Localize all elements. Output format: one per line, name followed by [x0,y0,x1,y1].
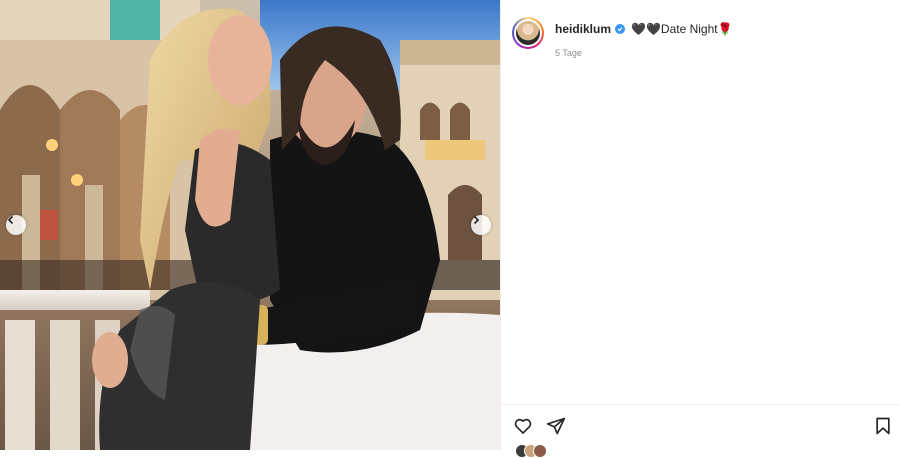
liker-avatar [533,444,547,458]
post-caption: 🖤🖤Date Night🌹 [631,22,733,36]
post-media[interactable] [0,0,500,450]
action-bar [501,404,900,450]
verified-badge-icon [615,24,626,34]
liked-by-avatars[interactable] [515,444,551,458]
carousel-prev-button[interactable] [6,215,26,235]
avatar[interactable] [512,17,544,49]
save-button[interactable] [873,416,893,441]
username-link[interactable]: heidiklum [555,22,611,36]
post-sidebar: heidiklum 🖤🖤Date Night🌹 5 Tage [500,0,900,458]
bookmark-icon [876,417,890,435]
post-photo [0,0,500,450]
heart-icon [514,418,532,434]
paper-plane-icon [546,417,566,435]
like-button[interactable] [513,416,533,441]
avatar-image [516,21,540,45]
share-button[interactable] [546,416,566,441]
chevron-left-icon [7,215,14,225]
carousel-next-button[interactable] [471,215,491,235]
post-timestamp[interactable]: 5 Tage [555,48,733,58]
chevron-right-icon [473,215,480,225]
post-header: heidiklum 🖤🖤Date Night🌹 5 Tage [512,17,733,58]
